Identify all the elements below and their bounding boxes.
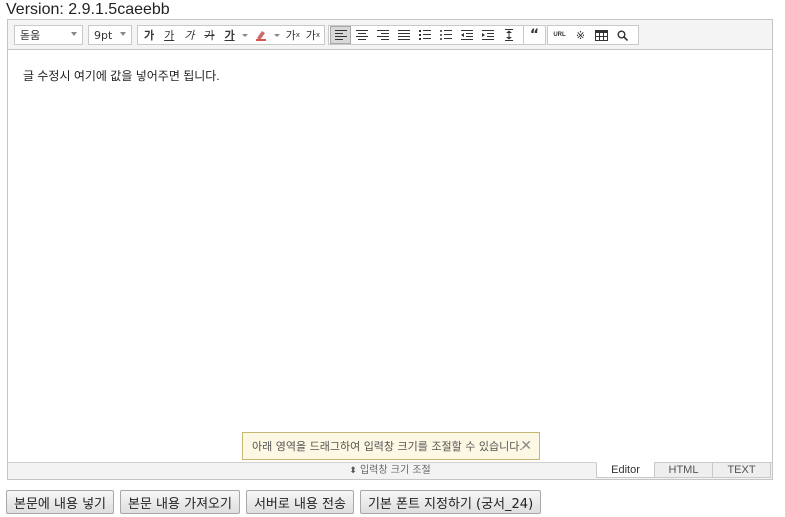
rich-text-editor: 돋움 9pt 가 가 가 가 가 가x 가x “ URL ※ 글 수정시 여기에… — [7, 19, 773, 480]
tab-text[interactable]: TEXT — [712, 462, 771, 478]
version-label: Version: 2.9.1.5caeebb — [6, 1, 170, 18]
numbered-list-button[interactable] — [414, 26, 435, 44]
superscript-button[interactable]: 가x — [283, 26, 303, 44]
link-button[interactable]: URL — [549, 26, 570, 44]
superscript-icon: 가 — [285, 29, 296, 42]
resize-arrows-icon: ⬍ — [349, 466, 357, 476]
numbered-list-icon — [418, 29, 431, 40]
italic-icon: 가 — [184, 29, 195, 42]
insert-content-button[interactable]: 본문에 내용 넣기 — [6, 490, 114, 514]
chevron-down-icon — [71, 32, 77, 36]
align-right-button[interactable] — [372, 26, 393, 44]
tab-html[interactable]: HTML — [654, 462, 713, 478]
table-button[interactable] — [591, 26, 612, 44]
font-size-select[interactable]: 9pt — [88, 25, 132, 45]
paragraph-group — [328, 25, 525, 45]
editor-mode-tabs: Editor HTML TEXT — [596, 462, 771, 478]
font-family-select[interactable]: 돋움 — [14, 25, 83, 45]
resize-label: 입력창 크기 조절 — [359, 465, 431, 476]
quote-button[interactable]: “ — [525, 26, 544, 44]
italic-button[interactable]: 가 — [179, 26, 199, 44]
text-color-icon: 가 — [224, 29, 235, 42]
highlighter-icon — [256, 31, 267, 41]
action-buttons: 본문에 내용 넣기 본문 내용 가져오기 서버로 내용 전송 기본 폰트 지정하… — [6, 490, 547, 514]
bullet-list-button[interactable] — [435, 26, 456, 44]
chevron-down-icon — [120, 32, 126, 36]
align-center-icon — [355, 29, 368, 40]
set-default-font-button[interactable]: 기본 폰트 지정하기 (궁서_24) — [359, 490, 542, 514]
quote-icon: “ — [529, 27, 540, 43]
bold-icon: 가 — [144, 29, 155, 42]
table-icon — [595, 29, 608, 41]
chevron-down-icon — [274, 33, 280, 37]
outdent-icon — [460, 29, 473, 40]
subscript-button[interactable]: 가x — [303, 26, 323, 44]
bold-button[interactable]: 가 — [139, 26, 159, 44]
subscript-icon: 가 — [305, 29, 316, 42]
align-left-button[interactable] — [330, 26, 351, 44]
tooltip-text: 아래 영역을 드래그하여 입력창 크기를 조절할 수 있습니다. — [252, 440, 523, 453]
magnifier-icon — [617, 30, 628, 41]
background-color-button[interactable] — [251, 26, 271, 44]
outdent-button[interactable] — [456, 26, 477, 44]
special-character-icon: ※ — [575, 28, 586, 42]
editor-content-area[interactable]: 글 수정시 여기에 값을 넣어주면 됩니다. — [8, 51, 772, 462]
font-size-value: 9pt — [94, 28, 113, 42]
insert-group: URL ※ — [547, 25, 639, 45]
strikethrough-button[interactable]: 가 — [199, 26, 219, 44]
quote-group: “ — [523, 25, 546, 45]
align-right-icon — [376, 29, 389, 40]
line-height-button[interactable] — [498, 26, 519, 44]
align-justify-button[interactable] — [393, 26, 414, 44]
indent-icon — [481, 29, 494, 40]
send-to-server-button[interactable]: 서버로 내용 전송 — [245, 490, 354, 514]
editor-toolbar: 돋움 9pt 가 가 가 가 가 가x 가x “ URL ※ — [8, 20, 772, 50]
content-text[interactable]: 글 수정시 여기에 값을 넣어주면 됩니다. — [23, 67, 757, 84]
indent-button[interactable] — [477, 26, 498, 44]
find-button[interactable] — [612, 26, 633, 44]
special-character-button[interactable]: ※ — [570, 26, 591, 44]
strikethrough-icon: 가 — [204, 29, 215, 42]
align-center-button[interactable] — [351, 26, 372, 44]
underline-icon: 가 — [164, 29, 175, 42]
text-color-dropdown[interactable] — [240, 26, 252, 44]
close-icon[interactable]: ✕ — [520, 438, 532, 454]
bullet-list-icon — [439, 29, 452, 40]
resize-tooltip: 아래 영역을 드래그하여 입력창 크기를 조절할 수 있습니다. ✕ — [242, 432, 540, 460]
text-color-button[interactable]: 가 — [220, 26, 240, 44]
fetch-content-button[interactable]: 본문 내용 가져오기 — [120, 490, 240, 514]
align-justify-icon — [397, 29, 410, 40]
text-style-group: 가 가 가 가 가 가x 가x — [137, 25, 325, 45]
tab-editor[interactable]: Editor — [596, 462, 655, 478]
line-height-icon — [504, 29, 513, 41]
font-family-value: 돋움 — [20, 29, 41, 42]
align-left-icon — [334, 29, 347, 40]
underline-button[interactable]: 가 — [159, 26, 179, 44]
link-icon: URL — [553, 32, 566, 38]
background-color-dropdown[interactable] — [271, 26, 283, 44]
chevron-down-icon — [242, 33, 249, 37]
